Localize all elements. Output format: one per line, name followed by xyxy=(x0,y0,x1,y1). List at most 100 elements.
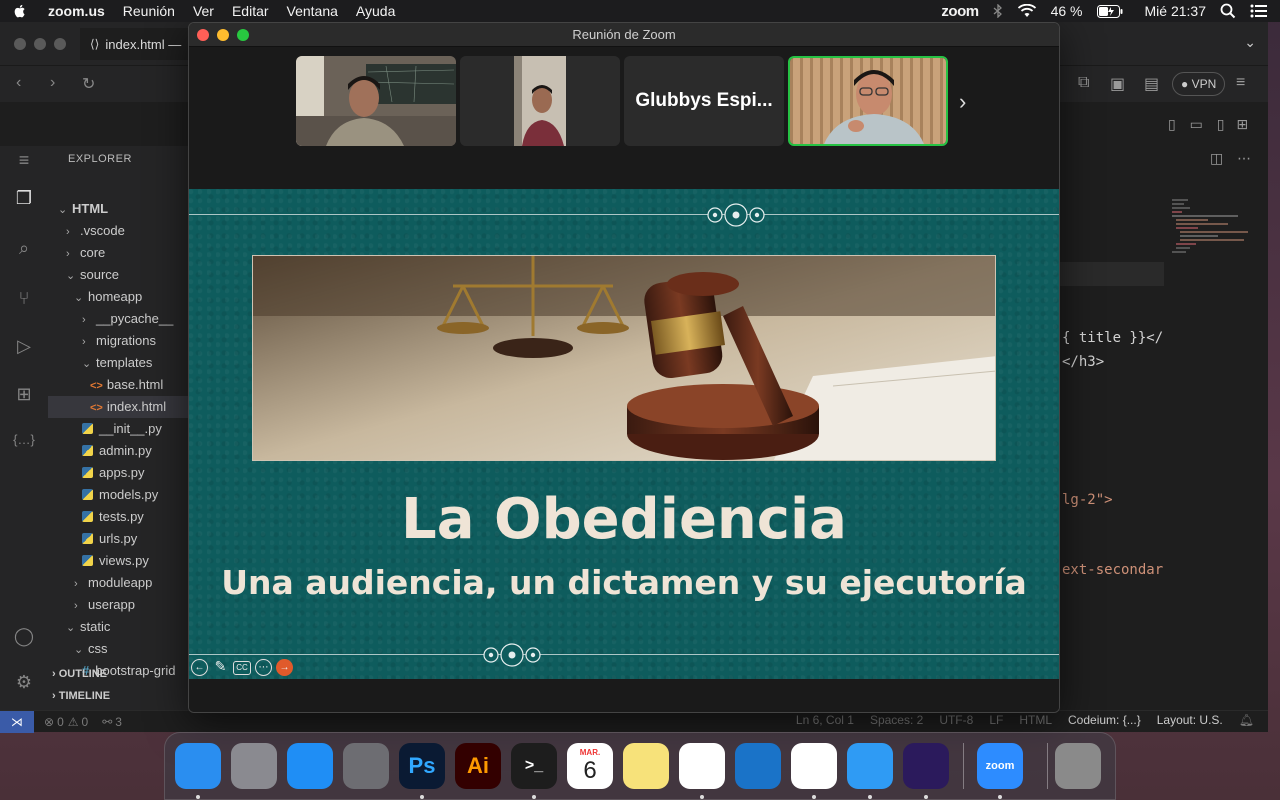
dock-app-edge[interactable] xyxy=(735,743,781,789)
pen-annotate-icon[interactable]: ✎ xyxy=(212,659,229,676)
zoom-status-item[interactable]: zoom xyxy=(941,3,979,20)
clock[interactable]: Mié 21:37 xyxy=(1145,3,1206,19)
explorer-files-icon[interactable]: ❐ xyxy=(12,188,36,212)
bluetooth-icon[interactable] xyxy=(993,4,1003,18)
apple-icon[interactable] xyxy=(12,3,28,19)
source-control-icon[interactable]: ⑂ xyxy=(12,288,36,312)
more-actions-icon[interactable]: ⋯ xyxy=(1237,150,1251,166)
toggle-panel-icon[interactable]: ▭ xyxy=(1190,116,1203,132)
tree-item[interactable]: ⌄ homeapp xyxy=(48,286,190,308)
account-icon[interactable]: ◯ xyxy=(12,626,36,650)
sidebar-toggle-icon[interactable]: ▣ xyxy=(1110,74,1125,94)
tree-item[interactable]: apps.py xyxy=(48,462,190,484)
hamburger-menu-icon[interactable]: ≡ xyxy=(12,150,36,174)
chevron-down-icon[interactable]: ⌄ xyxy=(1244,34,1256,51)
extensions-puzzle-icon[interactable]: ⧉ xyxy=(1078,74,1089,92)
warnings-icon[interactable]: ⚠ xyxy=(68,715,79,729)
outline-section[interactable]: › OUTLINE xyxy=(52,668,107,680)
participant-tile[interactable] xyxy=(460,56,620,146)
tree-item[interactable]: admin.py xyxy=(48,440,190,462)
line-endings[interactable]: LF xyxy=(989,713,1003,727)
menu-ver[interactable]: Ver xyxy=(193,3,214,19)
dock-app-notes[interactable] xyxy=(623,743,669,789)
errors-count[interactable]: 0 xyxy=(57,715,64,729)
json-braces-icon[interactable]: {…} xyxy=(12,432,36,456)
dock-app-finder[interactable] xyxy=(175,743,221,789)
codeium-status[interactable]: Codeium: {...} xyxy=(1068,713,1141,727)
tree-item[interactable]: › core xyxy=(48,242,190,264)
menu-app-name[interactable]: zoom.us xyxy=(48,3,105,19)
cursor-position[interactable]: Ln 6, Col 1 xyxy=(796,713,854,727)
tree-item[interactable]: › moduleapp xyxy=(48,572,190,594)
tree-item[interactable]: urls.py xyxy=(48,528,190,550)
menu-ventana[interactable]: Ventana xyxy=(287,3,338,19)
tree-item[interactable]: › migrations xyxy=(48,330,190,352)
closed-captions-icon[interactable]: CC xyxy=(233,660,251,675)
extensions-icon[interactable]: ⊞ xyxy=(12,384,36,408)
tree-item[interactable]: models.py xyxy=(48,484,190,506)
dock-app-illustrator[interactable]: Ai xyxy=(455,743,501,789)
menu-ayuda[interactable]: Ayuda xyxy=(356,3,395,19)
remote-indicator-icon[interactable]: ⋊ xyxy=(0,710,34,733)
tree-item[interactable]: __init__.py xyxy=(48,418,190,440)
close-button[interactable] xyxy=(197,29,209,41)
toggle-secondary-sidebar-icon[interactable]: ▯ xyxy=(1217,116,1225,132)
dock-app-zoom[interactable]: zoom xyxy=(977,743,1023,789)
battery-icon[interactable] xyxy=(1096,4,1123,18)
toggle-primary-sidebar-icon[interactable]: ▯ xyxy=(1168,116,1176,132)
menu-editar[interactable]: Editar xyxy=(232,3,269,19)
timeline-section[interactable]: › TIMELINE xyxy=(52,690,110,702)
search-icon[interactable]: ⌕ xyxy=(12,238,36,262)
tree-item[interactable]: ⌄ templates xyxy=(48,352,190,374)
notifications-bell-icon[interactable]: 🔔︎ xyxy=(1239,713,1254,727)
dock-app-app-store[interactable] xyxy=(287,743,333,789)
tree-item[interactable]: views.py xyxy=(48,550,190,572)
ports-icon[interactable]: ⚯ xyxy=(102,715,112,729)
more-options-icon[interactable]: ⋯ xyxy=(255,659,272,676)
wifi-icon[interactable] xyxy=(1017,4,1037,18)
vpn-button[interactable]: ● VPN xyxy=(1172,72,1226,96)
dock-app-visual-studio-code[interactable] xyxy=(679,743,725,789)
tree-item[interactable]: ⌄ static xyxy=(48,616,190,638)
forward-arrow-icon[interactable]: › xyxy=(50,74,55,92)
next-slide-arrow-icon[interactable]: → xyxy=(276,659,293,676)
settings-gear-icon[interactable]: ⚙ xyxy=(12,672,36,696)
dock-app-safari[interactable] xyxy=(847,743,893,789)
dock-app-firefox[interactable] xyxy=(903,743,949,789)
customize-layout-icon[interactable]: ⊞ xyxy=(1236,116,1248,132)
spotlight-search-icon[interactable] xyxy=(1220,3,1236,19)
previous-slide-arrow-icon[interactable]: ← xyxy=(191,659,208,676)
participant-tile[interactable] xyxy=(296,56,456,146)
dock-app-launchpad[interactable] xyxy=(231,743,277,789)
dock-app-calendar[interactable]: MAR. 6 xyxy=(567,743,613,789)
encoding[interactable]: UTF-8 xyxy=(939,713,973,727)
dock-app-system-preferences[interactable] xyxy=(343,743,389,789)
dock-app-photoshop[interactable]: Ps xyxy=(399,743,445,789)
minimize-button[interactable] xyxy=(217,29,229,41)
dock-app-trash[interactable] xyxy=(1055,743,1101,789)
run-debug-icon[interactable]: ▷ xyxy=(12,336,36,360)
editor-tab-index-html[interactable]: ⟨⟩ index.html — xyxy=(80,28,200,60)
participant-tile-active-speaker[interactable] xyxy=(788,56,948,146)
maximize-button[interactable] xyxy=(54,38,66,50)
close-button[interactable] xyxy=(14,38,26,50)
tree-item[interactable]: ⌄ source xyxy=(48,264,190,286)
maximize-button[interactable] xyxy=(237,29,249,41)
menu-icon[interactable]: ≡ xyxy=(1236,74,1245,92)
gallery-next-chevron-icon[interactable]: › xyxy=(959,89,966,115)
tree-item[interactable]: › userapp xyxy=(48,594,190,616)
ports-count[interactable]: 3 xyxy=(115,715,122,729)
control-center-icon[interactable] xyxy=(1250,4,1268,18)
language-mode[interactable]: HTML xyxy=(1019,713,1052,727)
keyboard-layout[interactable]: Layout: U.S. xyxy=(1157,713,1223,727)
menu-reunion[interactable]: Reunión xyxy=(123,3,175,19)
dock-app-brave[interactable] xyxy=(791,743,837,789)
minimize-button[interactable] xyxy=(34,38,46,50)
wallet-icon[interactable]: ▤ xyxy=(1144,74,1159,94)
tree-item[interactable]: <> base.html xyxy=(48,374,190,396)
back-arrow-icon[interactable]: ‹ xyxy=(16,74,21,92)
indentation[interactable]: Spaces: 2 xyxy=(870,713,923,727)
tree-item[interactable]: › .vscode xyxy=(48,220,190,242)
minimap[interactable] xyxy=(1168,198,1258,270)
tree-item[interactable]: <> index.html xyxy=(48,396,190,418)
